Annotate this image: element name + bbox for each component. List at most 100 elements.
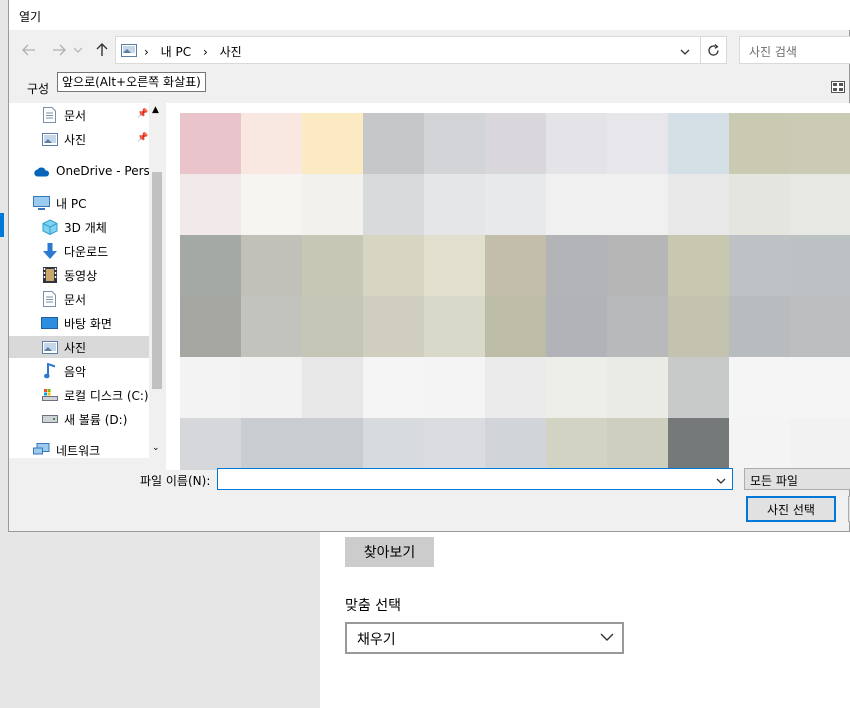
image-thumbnail[interactable] [485,418,546,470]
image-thumbnail[interactable] [668,235,729,296]
image-thumbnail[interactable] [424,113,485,174]
image-thumbnail[interactable] [241,174,302,235]
image-thumbnail[interactable] [790,357,850,418]
up-arrow-icon[interactable] [90,38,114,62]
image-thumbnail[interactable] [485,113,546,174]
sidebar-item-onedrive[interactable]: OneDrive - Person [33,160,165,182]
image-thumbnail[interactable] [363,296,424,357]
image-thumbnail[interactable] [729,113,790,174]
image-thumbnail[interactable] [790,174,850,235]
image-thumbnail[interactable] [607,296,668,357]
sidebar-item-music[interactable]: 음악 [41,360,86,382]
image-thumbnail[interactable] [241,113,302,174]
image-thumbnail[interactable] [363,357,424,418]
image-thumbnail[interactable] [180,418,241,470]
image-thumbnail[interactable] [302,296,363,357]
address-dropdown-chevron-icon[interactable] [680,45,690,59]
image-thumbnail[interactable] [668,357,729,418]
image-thumbnail[interactable] [546,113,607,174]
forward-arrow-icon[interactable] [47,38,71,62]
organize-menu-button[interactable]: 구성 [27,80,49,97]
image-thumbnail[interactable] [668,174,729,235]
image-thumbnail[interactable] [729,418,790,470]
image-thumbnail[interactable] [790,418,850,470]
image-thumbnail[interactable] [546,174,607,235]
image-thumbnail[interactable] [546,418,607,470]
recent-locations-chevron-down-icon[interactable] [71,38,85,62]
image-thumbnail[interactable] [363,174,424,235]
sidebar-item-pictures-pinned[interactable]: 사진 [41,128,86,150]
image-thumbnail[interactable] [302,418,363,470]
image-thumbnail[interactable] [302,174,363,235]
address-bar[interactable]: › 내 PC › 사진 [115,36,701,64]
image-thumbnail[interactable] [424,296,485,357]
sidebar-item-downloads[interactable]: 다운로드 [41,240,108,262]
image-thumbnail[interactable] [180,357,241,418]
image-thumbnail[interactable] [607,357,668,418]
scrollbar-thumb[interactable] [152,172,162,389]
image-thumbnail[interactable] [607,174,668,235]
image-thumbnail[interactable] [241,357,302,418]
image-thumbnail[interactable] [729,174,790,235]
image-thumbnail[interactable] [241,418,302,470]
image-thumbnail[interactable] [790,235,850,296]
breadcrumb-item-pc[interactable]: 내 PC [161,45,191,59]
sidebar-item-3d-objects[interactable]: 3D 개체 [41,216,107,238]
refresh-button[interactable] [701,36,727,64]
sidebar-item-volume-d[interactable]: 새 볼륨 (D:) [41,408,127,430]
image-thumbnail[interactable] [729,296,790,357]
image-thumbnail[interactable] [424,357,485,418]
view-options-icon[interactable] [831,81,845,96]
image-thumbnail[interactable] [546,296,607,357]
image-thumbnail[interactable] [607,418,668,470]
image-thumbnail[interactable] [180,174,241,235]
image-thumbnail[interactable] [363,113,424,174]
image-thumbnail[interactable] [180,296,241,357]
browse-button[interactable]: 찾아보기 [345,537,434,567]
image-thumbnail[interactable] [363,235,424,296]
scroll-up-arrow-icon[interactable]: ▲ [152,105,159,115]
sidebar-item-videos[interactable]: 동영상 [41,264,97,286]
image-thumbnail[interactable] [363,418,424,470]
sidebar-item-documents-pinned[interactable]: 문서 [41,104,86,126]
image-thumbnail[interactable] [241,235,302,296]
image-thumbnail[interactable] [790,113,850,174]
image-thumbnail[interactable] [790,296,850,357]
image-thumbnail[interactable] [302,113,363,174]
filename-input[interactable] [217,468,733,490]
image-thumbnail[interactable] [485,235,546,296]
image-thumbnail[interactable] [485,296,546,357]
image-thumbnail[interactable] [241,296,302,357]
image-thumbnail[interactable] [424,235,485,296]
open-button[interactable]: 사진 선택 [746,496,836,522]
image-thumbnail[interactable] [424,418,485,470]
sidebar-item-local-disk-c[interactable]: 로컬 디스크 (C:) [41,384,149,406]
image-thumbnail[interactable] [546,357,607,418]
sidebar-item-network[interactable]: 네트워크 [33,439,100,458]
file-list-area[interactable] [166,103,850,470]
scroll-down-chevron-icon[interactable]: ⌄ [152,443,160,453]
image-thumbnail[interactable] [546,235,607,296]
image-thumbnail[interactable] [302,357,363,418]
sidebar-item-pictures[interactable]: 사진 [9,336,149,358]
filename-dropdown-chevron-icon[interactable] [716,474,726,488]
image-thumbnail[interactable] [180,113,241,174]
image-thumbnail[interactable] [302,235,363,296]
image-thumbnail[interactable] [180,235,241,296]
image-thumbnail[interactable] [485,174,546,235]
image-thumbnail[interactable] [607,235,668,296]
fit-select-dropdown[interactable]: 채우기 [345,622,624,654]
image-thumbnail[interactable] [729,235,790,296]
sidebar-item-this-pc[interactable]: 내 PC [33,192,86,214]
filetype-select[interactable]: 모든 파일 [744,468,850,490]
back-arrow-icon[interactable] [17,38,41,62]
image-thumbnail[interactable] [668,418,729,470]
search-input[interactable]: 사진 검색 [739,36,850,64]
image-thumbnail[interactable] [668,113,729,174]
image-thumbnail[interactable] [729,357,790,418]
image-thumbnail[interactable] [607,113,668,174]
breadcrumb-item-pictures[interactable]: 사진 [220,45,242,59]
image-thumbnail[interactable] [424,174,485,235]
image-thumbnail[interactable] [485,357,546,418]
sidebar-item-documents[interactable]: 문서 [41,288,86,310]
